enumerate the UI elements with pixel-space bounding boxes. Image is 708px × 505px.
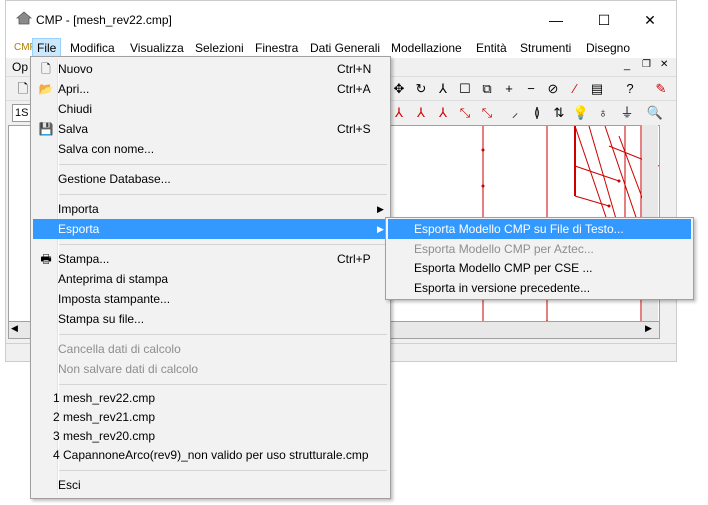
- menu-item-recent-4[interactable]: 4 CapannoneArco(rev9)_non valido per uso…: [33, 445, 386, 465]
- pan-icon[interactable]: ✥: [390, 80, 408, 98]
- new-file-icon: 🗋: [41, 62, 51, 76]
- submenu-arrow-icon: ▶: [377, 224, 384, 234]
- mdi-restore-icon[interactable]: ❐: [642, 59, 651, 70]
- submenu-arrow-icon: ▶: [377, 204, 384, 214]
- search-icon[interactable]: 🔍: [646, 104, 664, 122]
- window-title: CMP - [mesh_rev22.cmp]: [36, 13, 172, 27]
- load-icon-2[interactable]: ≬: [528, 104, 546, 122]
- menu-item-apri[interactable]: 📂 Apri... Ctrl+A: [33, 79, 386, 99]
- spring-icon[interactable]: ♁: [594, 104, 612, 122]
- menu-item-recent-2[interactable]: 2 mesh_rev21.cmp: [33, 407, 386, 427]
- submenu-item-export-previous[interactable]: Esporta in versione precedente...: [388, 278, 691, 298]
- menu-item-non-salvare-dati-calcolo: Non salvare dati di calcolo: [58, 362, 199, 376]
- menu-bar: CMP File Modifica Visualizza Selezioni F…: [6, 38, 676, 58]
- menu-item-recent-3[interactable]: 3 mesh_rev20.cmp: [33, 426, 386, 446]
- file-menu: 🗋 Nuovo Ctrl+N 📂 Apri... Ctrl+A Chiudi 💾…: [30, 56, 391, 499]
- op-label: Op: [12, 60, 29, 74]
- ground-icon[interactable]: ⏚: [618, 104, 636, 122]
- submenu-item-export-cse[interactable]: Esporta Modello CMP per CSE ...: [388, 258, 691, 278]
- measure-icon[interactable]: ▤: [588, 80, 606, 98]
- help-icon[interactable]: ?: [621, 80, 639, 98]
- menu-separator: [59, 384, 387, 385]
- menu-item-gestione-database[interactable]: Gestione Database...: [33, 169, 386, 189]
- menu-separator: [59, 164, 387, 165]
- mirror-icon[interactable]: ⅄: [434, 80, 452, 98]
- square-icon[interactable]: ☐: [456, 80, 474, 98]
- title-bar[interactable]: CMP - [mesh_rev22.cmp] — ☐ ✕: [6, 1, 676, 38]
- menu-item-imposta-stampante[interactable]: Imposta stampante...: [33, 289, 386, 309]
- export-submenu: Esporta Modello CMP su File di Testo... …: [385, 217, 694, 300]
- zoom-window-icon[interactable]: ⊘: [544, 80, 562, 98]
- menu-item-salva[interactable]: 💾 Salva Ctrl+S: [33, 119, 386, 139]
- constraint-icon-2[interactable]: ⅄: [412, 104, 430, 122]
- close-button[interactable]: ✕: [630, 7, 670, 33]
- beam-icon-1[interactable]: ⤡: [456, 104, 474, 122]
- app-icon: [16, 11, 32, 25]
- submenu-item-export-aztec: Esporta Modello CMP per Aztec...: [414, 242, 594, 256]
- menu-item-esporta[interactable]: Esporta ▶: [33, 219, 386, 239]
- menu-visualizza[interactable]: Visualizza: [126, 38, 188, 58]
- menu-item-anteprima-stampa[interactable]: Anteprima di stampa: [33, 269, 386, 289]
- menu-item-importa[interactable]: Importa ▶: [33, 199, 386, 219]
- menu-item-stampa[interactable]: 🖶 Stampa... Ctrl+P: [33, 249, 386, 269]
- menu-separator: [59, 244, 387, 245]
- constraint-icon-1[interactable]: ⅄: [390, 104, 408, 122]
- zoom-out-icon[interactable]: −: [522, 80, 540, 98]
- scroll-left-icon[interactable]: ◀: [11, 323, 18, 334]
- menu-disegno[interactable]: Disegno: [582, 38, 634, 58]
- menu-item-stampa-su-file[interactable]: Stampa su file...: [33, 309, 386, 329]
- menu-separator: [59, 334, 387, 335]
- menu-item-nuovo[interactable]: 🗋 Nuovo Ctrl+N: [33, 59, 386, 79]
- menu-separator: [59, 194, 387, 195]
- submenu-item-export-text[interactable]: Esporta Modello CMP su File di Testo...: [388, 219, 691, 239]
- menu-finestra[interactable]: Finestra: [251, 38, 302, 58]
- bulb-icon[interactable]: 💡: [572, 104, 590, 122]
- mdi-close-icon[interactable]: ✕: [660, 59, 668, 70]
- menu-entita[interactable]: Entità: [472, 38, 511, 58]
- constraint-icon-3[interactable]: ⅄: [434, 104, 452, 122]
- menu-modellazione[interactable]: Modellazione: [387, 38, 466, 58]
- menu-dati-generali[interactable]: Dati Generali: [306, 38, 384, 58]
- maximize-button[interactable]: ☐: [584, 7, 624, 33]
- scroll-right-icon[interactable]: ▶: [645, 323, 652, 334]
- menu-modifica[interactable]: Modifica: [66, 38, 119, 58]
- copy-icon[interactable]: ⧉: [478, 80, 496, 98]
- menu-file[interactable]: File: [32, 38, 62, 58]
- menu-selezioni[interactable]: Selezioni: [191, 38, 248, 58]
- load-icon-1[interactable]: ⸝: [506, 104, 524, 122]
- menu-item-cancella-dati-calcolo: Cancella dati di calcolo: [58, 342, 181, 356]
- beam-icon-2[interactable]: ⤡: [478, 104, 496, 122]
- menu-strumenti[interactable]: Strumenti: [516, 38, 575, 58]
- save-icon: 💾: [38, 122, 54, 136]
- zoom-in-icon[interactable]: +: [500, 80, 518, 98]
- printer-icon: 🖶: [40, 252, 52, 266]
- mdi-minimize-icon[interactable]: _: [624, 59, 630, 71]
- node-icon[interactable]: ⁄: [566, 80, 584, 98]
- pencil-icon[interactable]: ✎: [652, 80, 670, 98]
- menu-item-recent-1[interactable]: 1 mesh_rev22.cmp: [33, 388, 386, 408]
- open-folder-icon: 📂: [38, 82, 54, 96]
- minimize-button[interactable]: —: [536, 7, 576, 33]
- rotate-icon[interactable]: ↻: [412, 80, 430, 98]
- menu-item-chiudi[interactable]: Chiudi: [33, 99, 386, 119]
- load-icon-3[interactable]: ⇅: [550, 104, 568, 122]
- menu-item-salva-con-nome[interactable]: Salva con nome...: [33, 139, 386, 159]
- menu-separator: [59, 470, 387, 471]
- menu-item-esci[interactable]: Esci: [33, 475, 386, 495]
